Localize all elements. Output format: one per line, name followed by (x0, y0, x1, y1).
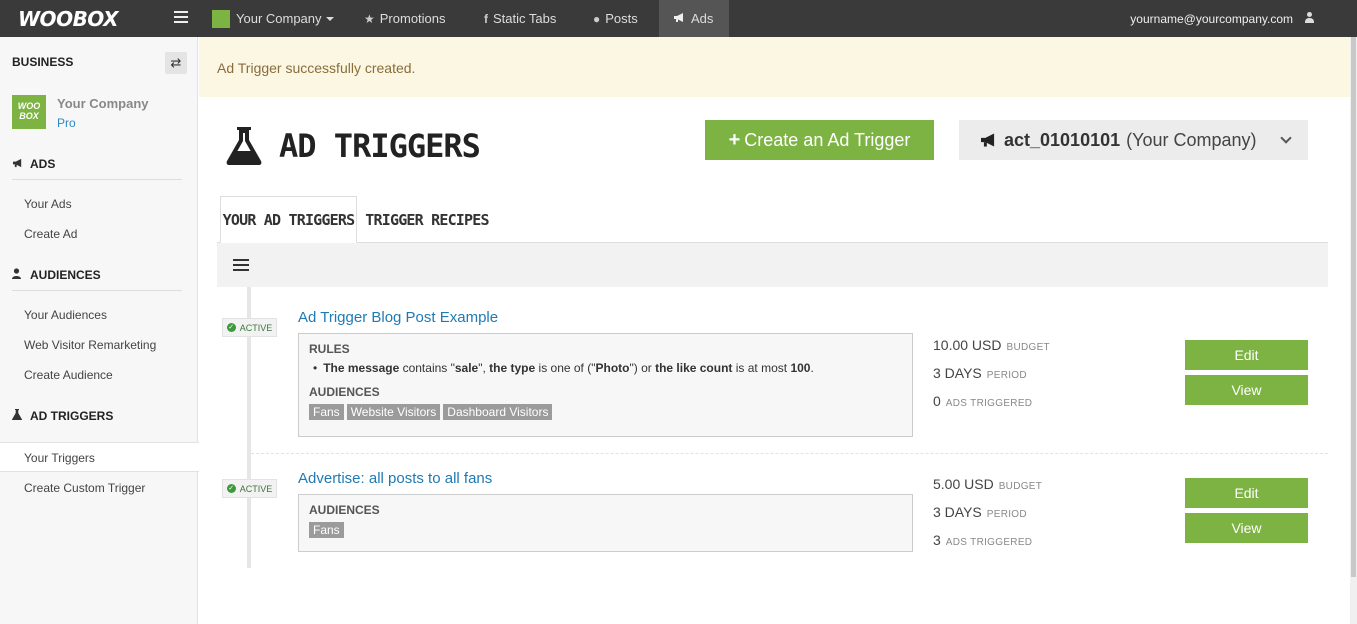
status-badge-label: ACTIVE (239, 483, 273, 494)
ad-account-name: (Your Company) (1126, 129, 1257, 150)
nav-posts[interactable]: ● Posts (593, 0, 638, 37)
top-navbar: WOOBOX Your Company ★ Promotions f Stati… (0, 0, 1357, 37)
status-badge-label: ACTIVE (239, 322, 273, 333)
company-logo-icon (212, 9, 230, 28)
switch-business-icon[interactable]: ⇄ (165, 52, 187, 74)
create-ad-trigger-button[interactable]: + Create an Ad Trigger (705, 120, 934, 160)
edit-button[interactable]: Edit (1185, 478, 1308, 508)
view-button[interactable]: View (1185, 513, 1308, 543)
company-dropdown[interactable]: Your Company (212, 0, 334, 37)
divider (12, 290, 182, 291)
success-alert: Ad Trigger successfully created. (199, 37, 1350, 97)
company-dropdown-label: Your Company (236, 11, 322, 26)
megaphone-icon (12, 158, 26, 171)
flask-icon (12, 409, 26, 423)
trigger-details-box: RULES The message contains "sale", the t… (298, 333, 913, 437)
sidebar-item-web-visitor-remarketing[interactable]: Web Visitor Remarketing (0, 335, 198, 355)
business-logo: WOO BOX (12, 95, 46, 129)
audience-tag: Fans (309, 522, 344, 538)
menu-icon[interactable] (174, 11, 188, 23)
caret-down-icon (325, 16, 334, 21)
megaphone-icon (673, 12, 686, 26)
nav-promotions[interactable]: ★ Promotions (364, 0, 446, 37)
speech-bubble-icon: ● (593, 11, 601, 26)
divider (12, 179, 182, 180)
scrollbar-thumb[interactable] (1351, 37, 1356, 577)
sidebar-section-ads: ADS (12, 157, 55, 171)
list-menu-icon[interactable] (233, 259, 249, 272)
edit-button[interactable]: Edit (1185, 340, 1308, 370)
audiences-heading: AUDIENCES (309, 503, 380, 517)
sidebar: BUSINESS ⇄ WOO BOX Your Company Pro ADS … (0, 37, 199, 624)
audience-tags: Fans (309, 522, 902, 538)
sidebar-item-create-audience[interactable]: Create Audience (0, 365, 198, 385)
status-badge: ✓ ACTIVE (222, 479, 277, 498)
audience-tag: Dashboard Visitors (443, 404, 553, 420)
trigger-title-link[interactable]: Ad Trigger Blog Post Example (298, 309, 498, 326)
flask-icon (226, 127, 262, 165)
tab-trigger-recipes[interactable]: TRIGGER RECIPES (360, 196, 494, 243)
audience-tags: Fans Website Visitors Dashboard Visitors (309, 404, 902, 420)
sidebar-item-create-custom-trigger[interactable]: Create Custom Trigger (0, 478, 198, 498)
nav-posts-label: Posts (605, 11, 638, 26)
create-ad-trigger-label: Create an Ad Trigger (744, 129, 911, 150)
trigger-title-link[interactable]: Advertise: all posts to all fans (298, 470, 492, 487)
user-email[interactable]: yourname@yourcompany.com (1130, 0, 1293, 37)
check-circle-icon: ✓ (226, 484, 236, 493)
sidebar-business-label: BUSINESS (12, 55, 74, 69)
ad-account-id: act_01010101 (1004, 129, 1121, 150)
megaphone-icon (981, 133, 995, 147)
tab-your-ad-triggers[interactable]: YOUR AD TRIGGERS (220, 196, 357, 243)
ads-triggered-metric: 3 ADS TRIGGERED (933, 532, 1033, 548)
user-icon[interactable] (1305, 12, 1314, 24)
page-title: AD TRIGGERS (279, 127, 481, 165)
rules-heading: RULES (309, 342, 350, 356)
trigger-details-box: AUDIENCES Fans (298, 494, 913, 552)
nav-static-tabs-label: Static Tabs (493, 11, 557, 26)
user-icon (12, 268, 26, 282)
chevron-down-icon (1280, 132, 1292, 144)
nav-ads[interactable]: Ads (659, 0, 729, 37)
budget-metric: 10.00 USD BUDGET (933, 337, 1050, 353)
nav-promotions-label: Promotions (379, 11, 446, 26)
woobox-logo[interactable]: WOOBOX (18, 7, 119, 31)
budget-metric: 5.00 USD BUDGET (933, 476, 1043, 492)
sidebar-item-your-ads[interactable]: Your Ads (0, 194, 198, 214)
sidebar-section-ad-triggers: AD TRIGGERS (12, 409, 113, 423)
sidebar-item-your-triggers[interactable]: Your Triggers (0, 442, 199, 472)
nav-static-tabs[interactable]: f Static Tabs (484, 0, 556, 37)
business-plan[interactable]: Pro (57, 116, 76, 130)
list-toolbar (217, 243, 1328, 287)
audience-tag: Fans (309, 404, 344, 420)
star-icon: ★ (364, 11, 375, 26)
sidebar-item-create-ad[interactable]: Create Ad (0, 224, 198, 244)
nav-ads-label: Ads (691, 11, 714, 26)
sidebar-section-ads-title: ADS (30, 157, 56, 171)
status-badge: ✓ ACTIVE (222, 318, 277, 337)
sidebar-section-audiences-title: AUDIENCES (30, 268, 101, 282)
rule-item: The message contains "sale", the type is… (313, 361, 902, 375)
sidebar-section-ad-triggers-title: AD TRIGGERS (30, 409, 114, 423)
period-metric: 3 DAYS PERIOD (933, 365, 1027, 381)
plus-icon: + (728, 128, 741, 151)
ads-triggered-metric: 0 ADS TRIGGERED (933, 393, 1033, 409)
facebook-icon: f (484, 11, 488, 26)
view-button[interactable]: View (1185, 375, 1308, 405)
audience-tag: Website Visitors (346, 404, 441, 420)
sidebar-section-audiences: AUDIENCES (12, 268, 101, 282)
business-name: Your Company (57, 96, 149, 111)
check-circle-icon: ✓ (226, 323, 236, 332)
period-metric: 3 DAYS PERIOD (933, 504, 1027, 520)
audiences-heading: AUDIENCES (309, 385, 380, 399)
row-divider (251, 453, 1328, 454)
sidebar-item-your-audiences[interactable]: Your Audiences (0, 305, 198, 325)
ad-account-select[interactable]: act_01010101 (Your Company) (959, 120, 1308, 160)
